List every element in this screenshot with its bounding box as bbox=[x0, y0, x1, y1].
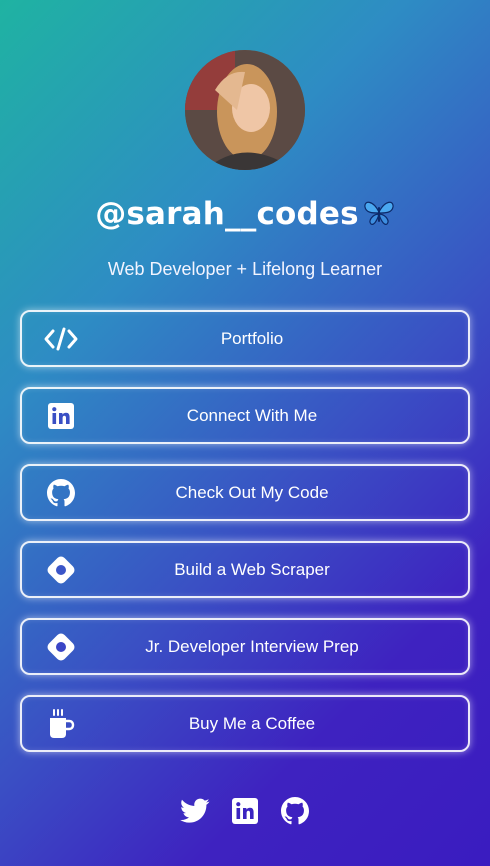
link-button-code[interactable]: Check Out My Code bbox=[20, 464, 470, 521]
social-links bbox=[0, 796, 490, 826]
github-icon bbox=[44, 476, 78, 510]
profile-handle: @sarah__codes bbox=[0, 194, 490, 238]
link-label: Jr. Developer Interview Prep bbox=[145, 636, 359, 656]
link-button-web-scraper[interactable]: Build a Web Scraper bbox=[20, 541, 470, 598]
link-button-portfolio[interactable]: Portfolio bbox=[20, 310, 470, 367]
diamond-icon bbox=[44, 630, 78, 664]
link-label: Buy Me a Coffee bbox=[188, 713, 316, 733]
link-list: Portfolio Connect With Me Check Out My C… bbox=[20, 310, 470, 772]
link-button-interview-prep[interactable]: Jr. Developer Interview Prep bbox=[20, 618, 470, 675]
github-icon[interactable] bbox=[280, 796, 310, 826]
code-icon bbox=[44, 322, 78, 356]
handle-text: @sarah__codes bbox=[95, 196, 359, 232]
diamond-icon bbox=[44, 553, 78, 587]
link-button-coffee[interactable]: Buy Me a Coffee bbox=[20, 695, 470, 752]
profile-tagline: Web Developer + Lifelong Learner bbox=[107, 259, 383, 279]
linkedin-icon[interactable] bbox=[230, 796, 260, 826]
profile-avatar bbox=[185, 50, 305, 170]
twitter-icon[interactable] bbox=[180, 796, 210, 826]
coffee-icon bbox=[44, 707, 78, 741]
butterfly-icon bbox=[363, 198, 395, 238]
link-label: Portfolio bbox=[220, 328, 284, 348]
link-button-connect[interactable]: Connect With Me bbox=[20, 387, 470, 444]
linkedin-icon bbox=[44, 399, 78, 433]
link-label: Connect With Me bbox=[186, 405, 318, 425]
link-label: Check Out My Code bbox=[175, 482, 329, 502]
link-label: Build a Web Scraper bbox=[174, 559, 330, 579]
